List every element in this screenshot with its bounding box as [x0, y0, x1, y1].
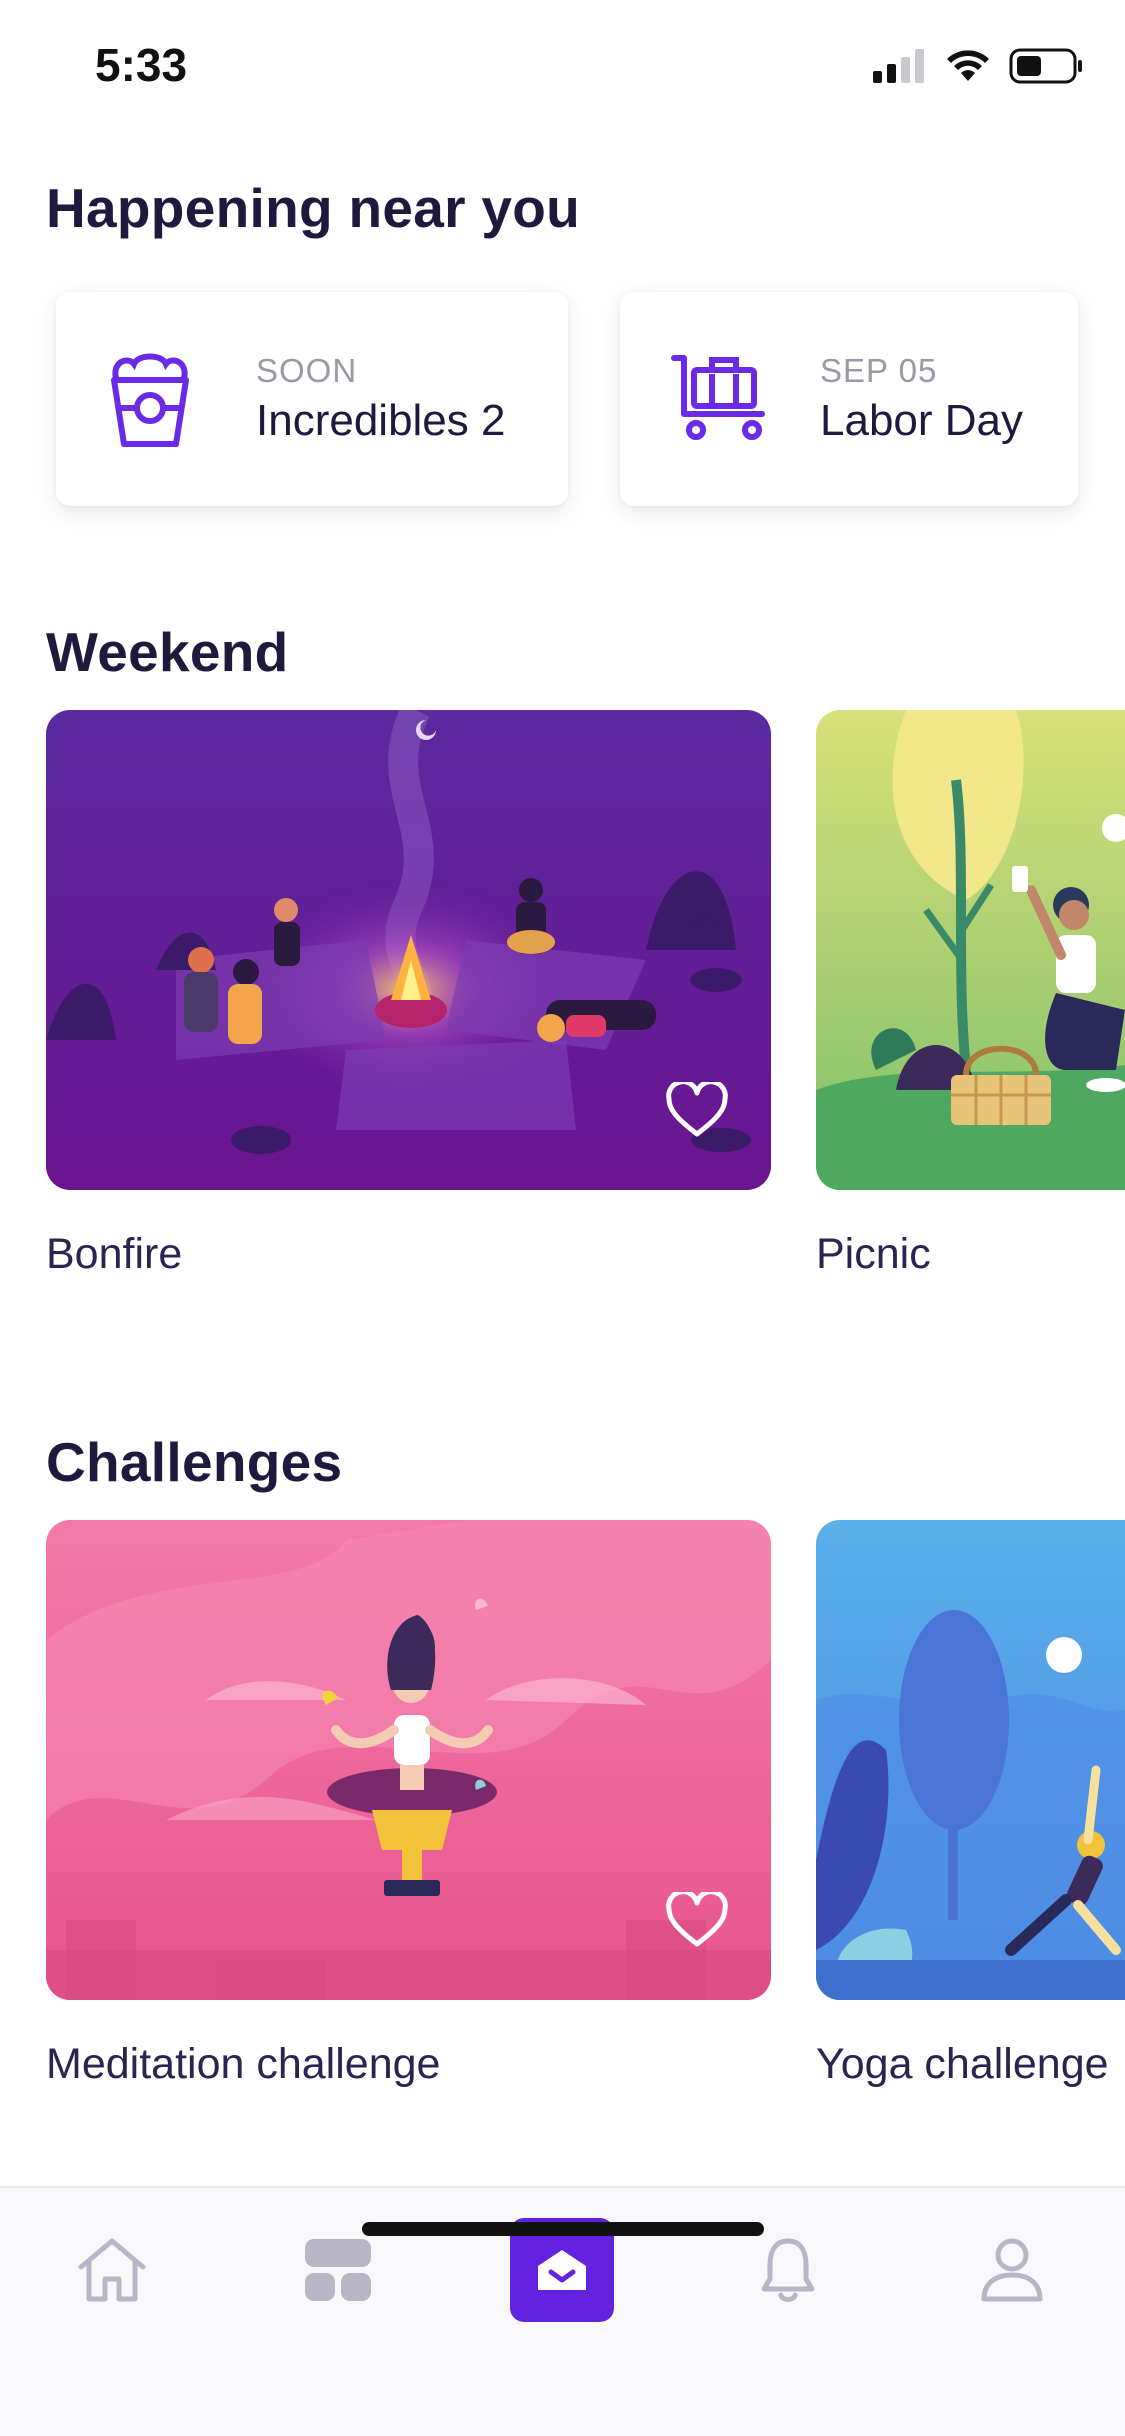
picnic-card[interactable] [816, 710, 1125, 1190]
popcorn-icon [111, 353, 189, 447]
bonfire-card[interactable] [46, 710, 771, 1190]
heart-icon[interactable] [666, 1892, 728, 1948]
status-icons [873, 48, 1083, 84]
section-title-happening: Happening near you [46, 177, 581, 239]
home-indicator [362, 2222, 764, 2236]
section-title-weekend: Weekend [46, 621, 289, 683]
signal-icon [873, 49, 924, 83]
event-name: Incredibles 2 [256, 396, 506, 445]
status-bar: 5:33 [0, 0, 1125, 132]
home-icon [78, 2238, 146, 2302]
wifi-icon [947, 50, 989, 81]
event-meta: SOON [256, 352, 358, 389]
battery-icon [1009, 48, 1082, 84]
bell-icon [761, 2238, 815, 2302]
profile-icon [981, 2238, 1043, 2302]
heart-icon[interactable] [666, 1082, 728, 1138]
luggage-cart-icon [671, 355, 765, 440]
event-card-labor-day[interactable]: SEP 05 Labor Day [620, 292, 1078, 506]
card-caption-meditation: Meditation challenge [46, 2040, 441, 2088]
tab-home[interactable] [60, 2218, 164, 2322]
yoga-illustration [816, 1520, 1125, 2000]
event-name: Labor Day [820, 396, 1024, 445]
meditation-illustration [46, 1520, 771, 2000]
picnic-illustration [816, 710, 1125, 1190]
screen: 5:33 Happening near you SOON Incredibles… [0, 0, 1125, 2436]
yoga-card[interactable] [816, 1520, 1125, 2000]
event-meta: SEP 05 [820, 352, 938, 389]
section-title-challenges: Challenges [46, 1431, 343, 1493]
card-caption-bonfire: Bonfire [46, 1230, 183, 1278]
status-time: 5:33 [95, 39, 188, 91]
tab-profile[interactable] [960, 2218, 1064, 2322]
card-caption-picnic: Picnic [816, 1230, 931, 1278]
grid-icon [305, 2239, 371, 2301]
inbox-icon [538, 2250, 586, 2290]
bonfire-illustration [46, 710, 771, 1190]
card-caption-yoga: Yoga challenge [816, 2040, 1109, 2088]
event-card-incredibles[interactable]: SOON Incredibles 2 [56, 292, 568, 506]
meditation-card[interactable] [46, 1520, 771, 2000]
